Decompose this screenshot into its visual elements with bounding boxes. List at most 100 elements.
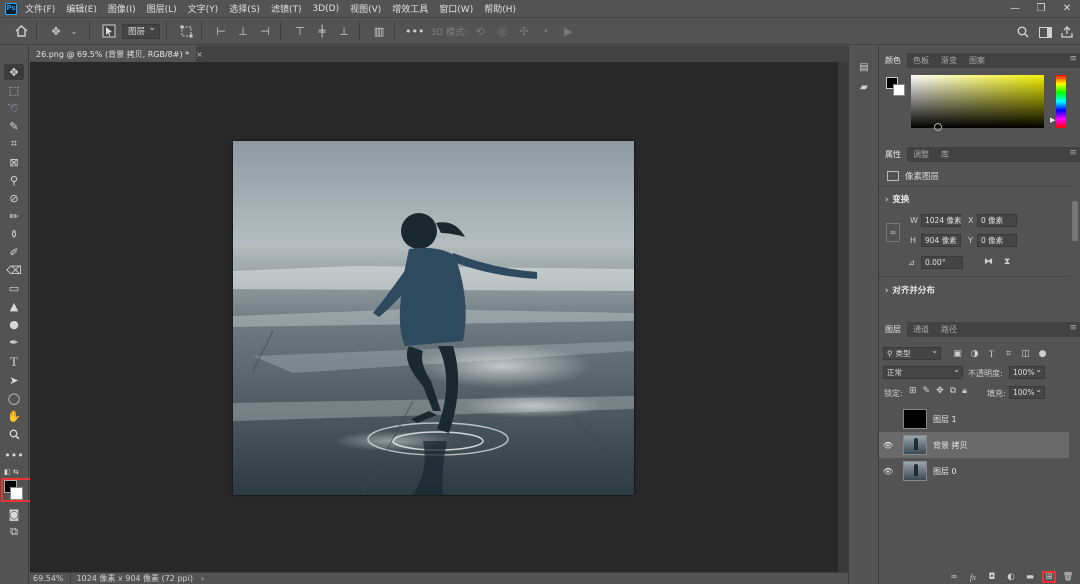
panel-menu-icon[interactable]: ≡ — [1069, 148, 1077, 158]
tab-paths[interactable]: 路径 — [935, 322, 963, 337]
search-icon[interactable] — [1014, 22, 1032, 42]
link-layers-icon[interactable]: ∞ — [947, 571, 961, 583]
tab-color[interactable]: 颜色 — [879, 53, 907, 68]
filter-type-icon[interactable]: T — [985, 347, 998, 360]
flip-vertical-icon[interactable]: ⧗ — [1004, 257, 1010, 267]
align-right-icon[interactable]: ⊣ — [256, 21, 274, 41]
tab-gradients[interactable]: 渐变 — [935, 53, 963, 68]
close-window-button[interactable]: ✕ — [1054, 0, 1080, 17]
hue-slider[interactable] — [1056, 75, 1066, 128]
history-brush-tool-icon[interactable]: ✐ — [4, 244, 24, 260]
clone-stamp-tool-icon[interactable]: ⚱ — [4, 226, 24, 242]
document-image[interactable] — [233, 141, 634, 495]
history-panel-icon[interactable]: ▤ — [857, 60, 871, 74]
menu-edit[interactable]: 编辑(E) — [66, 2, 97, 15]
pen-tool-icon[interactable]: ✒ — [4, 334, 24, 350]
canvas-area[interactable] — [30, 62, 838, 572]
more-options-icon[interactable]: ••• — [405, 21, 424, 41]
healing-brush-tool-icon[interactable]: ⊘ — [4, 190, 24, 206]
lock-all-icon[interactable]: 🔒︎ — [962, 386, 967, 396]
lasso-tool-icon[interactable]: ➰ — [4, 100, 24, 116]
status-menu-arrow-icon[interactable]: › — [201, 574, 204, 583]
chevron-down-icon[interactable]: ⌄ — [65, 21, 83, 41]
move-tool-icon[interactable]: ✥ — [4, 64, 24, 80]
height-field[interactable]: 904 像素 — [921, 234, 961, 247]
dodge-tool-icon[interactable]: ● — [4, 316, 24, 332]
layer-name[interactable]: 图层 0 — [933, 466, 957, 477]
gradient-tool-icon[interactable]: ▭ — [4, 280, 24, 296]
lock-position-icon[interactable]: ✥ — [936, 386, 944, 396]
menu-file[interactable]: 文件(F) — [25, 2, 55, 15]
menu-image[interactable]: 图像(I) — [108, 2, 136, 15]
edit-toolbar-icon[interactable]: ••• — [4, 447, 24, 463]
width-field[interactable]: 1024 像素 — [921, 214, 961, 227]
frame-tool-icon[interactable]: ⊠ — [4, 154, 24, 170]
adjustment-layer-icon[interactable]: ◐ — [1004, 571, 1018, 583]
menu-view[interactable]: 视图(V) — [350, 2, 381, 15]
move-tool-icon[interactable]: ✥ — [47, 21, 65, 41]
menu-help[interactable]: 帮助(H) — [484, 2, 516, 15]
link-dimensions-icon[interactable]: ∞ — [886, 223, 900, 242]
align-distribute-heading[interactable]: › 对齐并分布 — [885, 284, 935, 296]
auto-select-icon[interactable] — [100, 21, 118, 41]
color-panel-background-swatch[interactable] — [893, 84, 905, 96]
new-group-icon[interactable]: ▬ — [1023, 571, 1037, 583]
blend-mode-dropdown[interactable]: 正常 — [883, 365, 963, 379]
panel-menu-icon[interactable]: ≡ — [1069, 323, 1077, 333]
color-picker-field[interactable] — [911, 75, 1044, 128]
screen-mode-icon[interactable]: ⧉ — [4, 524, 24, 540]
layer-effects-icon[interactable]: fx — [966, 571, 980, 583]
document-tab[interactable]: 26.png @ 69.5% (背景 拷贝, RGB/8#) * × — [30, 46, 203, 62]
quick-mask-icon[interactable]: ◙ — [4, 506, 24, 522]
menu-window[interactable]: 窗口(W) — [439, 2, 473, 15]
blur-tool-icon[interactable]: ▲ — [4, 298, 24, 314]
zoom-level[interactable]: 69.54% — [30, 572, 71, 584]
close-tab-icon[interactable]: × — [196, 50, 203, 59]
layer-name[interactable]: 图层 1 — [933, 414, 957, 425]
menu-3d[interactable]: 3D(D) — [312, 4, 339, 14]
properties-scrollbar[interactable] — [1072, 201, 1078, 241]
eyedropper-tool-icon[interactable]: ⚲ — [4, 172, 24, 188]
lock-artboard-icon[interactable]: ⧉ — [950, 386, 956, 396]
menu-plugins[interactable]: 增效工具 — [392, 2, 428, 15]
tab-layers[interactable]: 图层 — [879, 322, 907, 337]
tab-adjustments[interactable]: 调整 — [907, 147, 935, 162]
comments-panel-icon[interactable]: ▰ — [857, 80, 871, 94]
filter-pixel-icon[interactable]: ▣ — [951, 347, 964, 360]
y-field[interactable]: 0 像素 — [977, 234, 1017, 247]
ellipse-tool-icon[interactable]: ◯ — [4, 390, 24, 406]
share-icon[interactable] — [1058, 22, 1076, 42]
marquee-tool-icon[interactable]: ⬚ — [4, 82, 24, 98]
eye-icon[interactable]: 👁︎ — [879, 467, 897, 476]
crop-tool-icon[interactable]: ⌗ — [4, 136, 24, 152]
panel-menu-icon[interactable]: ≡ — [1069, 54, 1077, 64]
new-layer-icon[interactable]: ⊞ — [1042, 571, 1056, 583]
hand-tool-icon[interactable]: ✋ — [4, 408, 24, 424]
distribute-icon[interactable]: ▥ — [370, 21, 388, 41]
canvas-vertical-scrollbar[interactable] — [838, 62, 848, 572]
menu-filter[interactable]: 滤镜(T) — [271, 2, 302, 15]
auto-select-target-dropdown[interactable]: 图层 — [122, 23, 161, 39]
layer-row-selected[interactable]: 👁︎ 背景 拷贝 — [879, 432, 1069, 458]
lock-image-icon[interactable]: ✎ — [923, 386, 931, 396]
align-top-icon[interactable]: ⊤ — [291, 21, 309, 41]
x-field[interactable]: 0 像素 — [977, 214, 1017, 227]
tab-patterns[interactable]: 图案 — [963, 53, 991, 68]
color-picker-cursor[interactable] — [934, 123, 942, 131]
filter-toggle-icon[interactable]: ● — [1036, 347, 1049, 360]
opacity-field[interactable]: 100% — [1009, 365, 1045, 379]
tab-swatches[interactable]: 色板 — [907, 53, 935, 68]
transform-heading[interactable]: › 变换 — [885, 193, 909, 205]
layer-row[interactable]: 👁︎ 图层 0 — [879, 458, 1069, 484]
angle-field[interactable]: 0.00° — [921, 256, 963, 269]
eraser-tool-icon[interactable]: ⌫ — [4, 262, 24, 278]
lock-transparent-icon[interactable]: ⊞ — [909, 386, 917, 396]
flip-horizontal-icon[interactable]: ⧓ — [984, 257, 993, 267]
add-mask-icon[interactable]: ◘ — [985, 571, 999, 583]
brush-tool-icon[interactable]: ✏ — [4, 208, 24, 224]
menu-layer[interactable]: 图层(L) — [147, 2, 177, 15]
filter-smart-object-icon[interactable]: ◫ — [1019, 347, 1032, 360]
layer-name[interactable]: 背景 拷贝 — [933, 440, 968, 451]
zoom-tool-icon[interactable] — [4, 426, 24, 442]
hue-slider-arrow-icon[interactable]: ▶ — [1050, 116, 1055, 124]
